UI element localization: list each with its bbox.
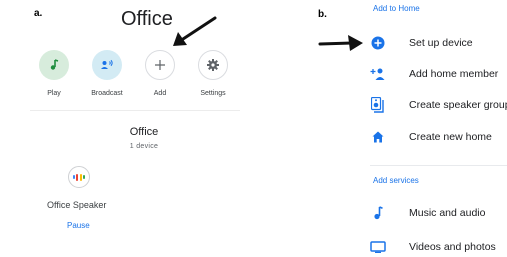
panel-a-tag: a. [34, 8, 43, 19]
play-button[interactable]: Play [24, 50, 84, 97]
menu-item-label: Create new home [409, 131, 492, 143]
menu-item-label: Add home member [409, 68, 499, 80]
menu-item-add-home-member[interactable]: Add home member [370, 64, 498, 84]
gear-icon [207, 59, 219, 71]
arrow-annotation-icon [173, 16, 217, 46]
settings-label: Settings [200, 90, 226, 97]
tv-icon [370, 241, 386, 253]
add-to-home-header: Add to Home [373, 4, 420, 13]
broadcast-label: Broadcast [91, 90, 123, 97]
menu-item-create-new-home[interactable]: Create new home [370, 127, 492, 147]
play-label: Play [47, 90, 61, 97]
add-circle-icon [371, 36, 385, 50]
broadcast-icon [101, 59, 113, 69]
menu-item-label: Set up device [409, 37, 473, 49]
menu-item-music-and-audio[interactable]: Music and audio [370, 203, 485, 223]
menu-item-create-speaker-group[interactable]: Create speaker group [370, 95, 507, 115]
panel-b-tag: b. [318, 9, 327, 20]
music-note-icon [374, 206, 383, 220]
speaker-device-icon[interactable] [68, 166, 90, 188]
add-label: Add [153, 90, 167, 97]
menu-item-label: Videos and photos [409, 241, 496, 253]
device-count: 1 device [129, 143, 159, 150]
broadcast-button[interactable]: Broadcast [77, 50, 137, 97]
add-button[interactable]: Add [130, 50, 190, 97]
add-person-icon [370, 68, 385, 80]
menu-item-label: Music and audio [409, 207, 486, 219]
arrow-annotation-icon [318, 35, 363, 51]
music-note-icon [50, 59, 59, 70]
pause-button[interactable]: Pause [67, 221, 90, 230]
settings-button[interactable]: Settings [183, 50, 243, 97]
menu-item-videos-and-photos[interactable]: Videos and photos [370, 237, 496, 257]
menu-divider [370, 165, 507, 166]
section-divider [30, 110, 240, 111]
device-name: Office Speaker [47, 200, 107, 210]
speaker-group-icon [371, 97, 384, 113]
menu-item-set-up-device[interactable]: Set up device [370, 33, 473, 53]
add-services-header: Add services [373, 176, 419, 185]
menu-item-label: Create speaker group [409, 99, 507, 111]
home-icon [372, 131, 384, 143]
device-section-title: Office [129, 126, 159, 138]
room-title: Office [121, 8, 173, 30]
plus-icon [155, 60, 165, 70]
